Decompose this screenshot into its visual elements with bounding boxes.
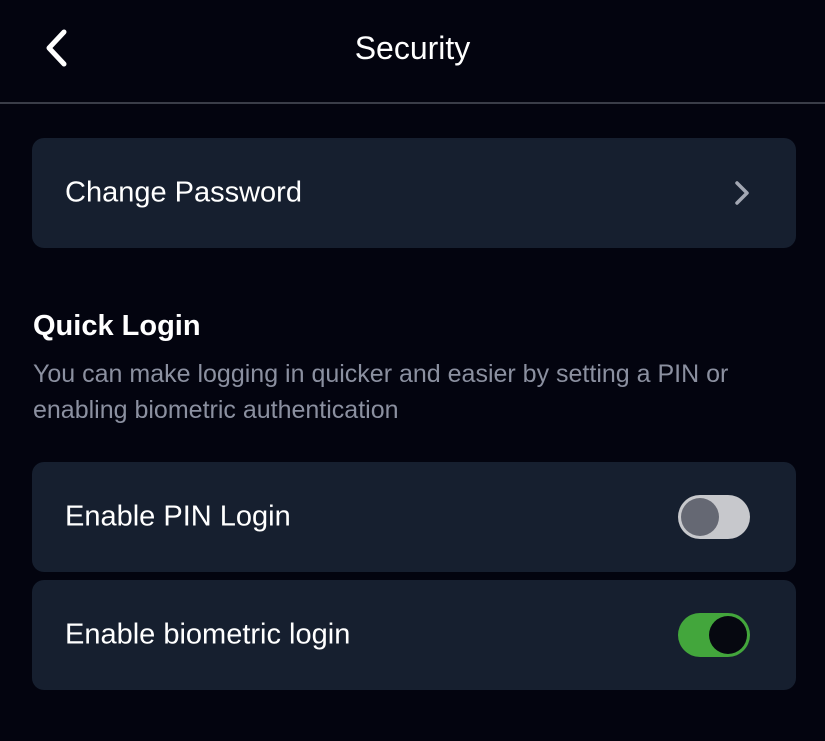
biometric-login-label: Enable biometric login	[65, 618, 351, 651]
pin-login-row: Enable PIN Login	[32, 462, 796, 572]
pin-login-toggle[interactable]	[678, 495, 750, 539]
toggle-knob	[709, 616, 747, 654]
pin-login-label: Enable PIN Login	[65, 500, 291, 533]
chevron-right-icon	[735, 181, 749, 205]
quick-login-heading: Quick Login	[33, 310, 201, 342]
quick-login-description: You can make logging in quicker and easi…	[33, 360, 729, 424]
toggle-knob	[681, 498, 719, 536]
biometric-login-toggle[interactable]	[678, 613, 750, 657]
change-password-label: Change Password	[65, 176, 302, 209]
biometric-login-row: Enable biometric login	[32, 580, 796, 690]
change-password-row[interactable]: Change Password	[32, 138, 796, 248]
header-bar: Security	[0, 0, 825, 104]
security-screen: Security Change Password Quick Login You…	[0, 0, 825, 741]
page-title: Security	[354, 30, 471, 66]
